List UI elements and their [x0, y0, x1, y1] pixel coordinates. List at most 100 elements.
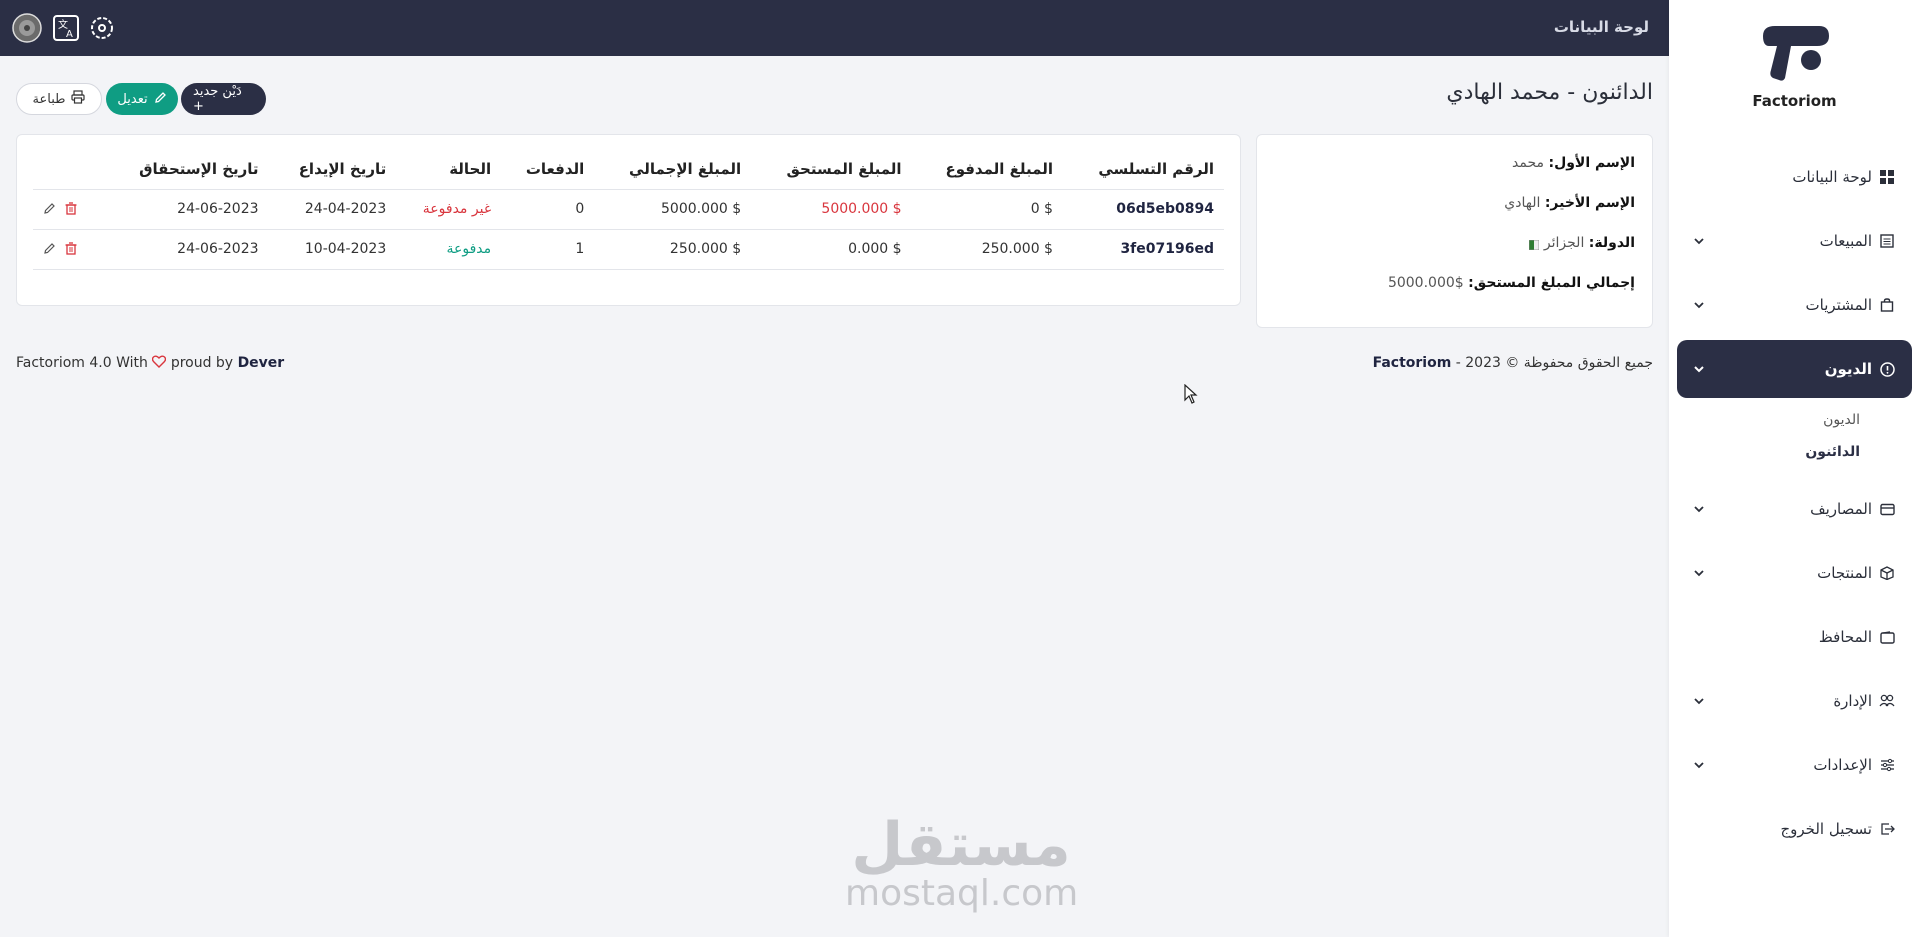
copyright-text: جميع الحقوق محفوظة © 2023 - — [1455, 355, 1653, 371]
col-status: الحالة — [396, 149, 502, 190]
edit-icon[interactable] — [43, 242, 57, 256]
country-label: الدولة: — [1588, 235, 1635, 251]
chevron-down-icon[interactable] — [1693, 235, 1705, 247]
sidebar: Factoriom لوحة البيانات المبيعات المشتري… — [1669, 0, 1920, 937]
cell-actions — [33, 229, 103, 270]
sidebar-nav: لوحة البيانات المبيعات المشتريات الديون … — [1677, 148, 1912, 864]
chevron-down-icon[interactable] — [1693, 695, 1705, 707]
sidebar-item-administration[interactable]: الإدارة — [1677, 672, 1912, 730]
brand-logo — [1759, 22, 1831, 84]
sidebar-item-label: تسجيل الخروج — [1780, 820, 1872, 838]
total-due-row: إجمالي المبلغ المستحق: $5000.000 — [1388, 275, 1635, 291]
edit-button[interactable]: تعديل — [106, 83, 178, 115]
grid-icon — [1878, 168, 1896, 186]
users-icon — [1878, 692, 1896, 710]
first-name-row: الإسم الأول: محمد — [1512, 155, 1635, 171]
cell-serial[interactable]: 3fe07196ed — [1062, 229, 1224, 270]
topbar-title[interactable]: لوحة البيانات — [1554, 18, 1649, 36]
flag-icon — [1529, 238, 1540, 251]
alert-circle-icon — [1878, 360, 1896, 378]
new-debt-button[interactable]: دَيْن جديد + — [181, 83, 266, 115]
chevron-down-icon[interactable] — [1693, 567, 1705, 579]
table-row[interactable]: 06d5eb0894 $ 0 $ 5000.000 $ 5000.000 0 غ… — [33, 189, 1224, 230]
box-icon — [1878, 564, 1896, 582]
col-total: المبلغ الإجمالي — [594, 149, 752, 190]
sidebar-item-label: المشتريات — [1805, 296, 1872, 314]
sidebar-item-label: الإعدادات — [1813, 756, 1872, 774]
creditor-info-card: الإسم الأول: محمد الإسم الأخير: الهادي ا… — [1256, 134, 1653, 328]
table-row[interactable]: 3fe07196ed $ 250.000 $ 0.000 $ 250.000 1… — [33, 229, 1224, 270]
cell-paid: $ 250.000 — [911, 229, 1063, 270]
total-due-value: $5000.000 — [1387, 275, 1464, 291]
col-payments: الدفعات — [501, 149, 595, 190]
sidebar-item-label: الديون — [1824, 360, 1872, 378]
last-name-label: الإسم الأخير: — [1544, 195, 1635, 211]
sidebar-item-expenses[interactable]: المصاريف — [1677, 480, 1912, 538]
country-row: الدولة: الجزائر — [1529, 235, 1635, 251]
printer-icon — [71, 90, 86, 108]
col-deposit-date: تاريخ الإيداع — [268, 149, 397, 190]
cell-deposit-date: 10-04-2023 — [268, 229, 397, 270]
chevron-down-icon[interactable] — [1693, 759, 1705, 771]
col-serial: الرقم التسلسي — [1062, 149, 1224, 190]
sliders-icon — [1878, 756, 1896, 774]
chevron-down-icon[interactable] — [1693, 503, 1705, 515]
last-name-row: الإسم الأخير: الهادي — [1504, 195, 1635, 211]
receipt-icon — [1878, 232, 1896, 250]
cell-payments: 1 — [501, 229, 595, 270]
sidebar-item-label: المنتجات — [1817, 564, 1872, 582]
edit-icon[interactable] — [43, 202, 57, 216]
total-due-label: إجمالي المبلغ المستحق: — [1468, 275, 1635, 291]
cell-deposit-date: 24-04-2023 — [268, 189, 397, 230]
credit-mid: proud by — [170, 355, 234, 371]
col-paid: المبلغ المدفوع — [911, 149, 1063, 190]
heart-icon — [152, 355, 167, 371]
print-button[interactable]: طباعة — [16, 83, 102, 115]
credit-brand[interactable]: Dever — [238, 355, 285, 371]
cell-status: مدفوعة — [396, 229, 502, 270]
chevron-down-icon[interactable] — [1693, 363, 1705, 375]
sidebar-item-label: المحافظ — [1818, 628, 1872, 646]
first-name-label: الإسم الأول: — [1548, 155, 1635, 171]
sub-item-debts[interactable]: الديون — [1677, 404, 1912, 436]
copyright-brand[interactable]: Factoriom — [1373, 355, 1452, 371]
logout-icon — [1878, 820, 1896, 838]
sidebar-item-debts[interactable]: الديون — [1677, 340, 1912, 398]
sidebar-item-wallets[interactable]: المحافظ — [1677, 608, 1912, 666]
country-value: الجزائر — [1543, 235, 1585, 251]
translate-icon[interactable]: 文A — [49, 11, 83, 45]
sidebar-item-logout[interactable]: تسجيل الخروج — [1677, 800, 1912, 858]
avatar[interactable] — [10, 11, 44, 45]
cell-payments: 0 — [501, 189, 595, 230]
sidebar-item-label: المبيعات — [1819, 232, 1872, 250]
sidebar-item-purchases[interactable]: المشتريات — [1677, 276, 1912, 334]
watermark: مستقل mostaql.com — [845, 815, 1079, 914]
top-bar: لوحة البيانات 文A — [0, 0, 1669, 56]
cell-total: $ 5000.000 — [594, 189, 752, 230]
settings-icon[interactable] — [85, 11, 119, 45]
sidebar-item-dashboard[interactable]: لوحة البيانات — [1677, 148, 1912, 206]
wallet-icon — [1878, 628, 1896, 646]
delete-icon[interactable] — [65, 202, 79, 216]
sidebar-item-products[interactable]: المنتجات — [1677, 544, 1912, 602]
col-due: المبلغ المستحق — [751, 149, 912, 190]
sub-item-creditors[interactable]: الدائنون — [1677, 436, 1912, 468]
watermark-latin: mostaql.com — [845, 873, 1079, 914]
table-header-row: الرقم التسلسي المبلغ المدفوع المبلغ المس… — [33, 149, 1224, 190]
last-name-value: الهادي — [1504, 195, 1541, 211]
cell-paid: $ 0 — [911, 189, 1063, 230]
cell-due-date: 24-06-2023 — [103, 229, 269, 270]
brand[interactable]: Factoriom — [1669, 22, 1920, 110]
chevron-down-icon[interactable] — [1693, 299, 1705, 311]
debts-table-card: الرقم التسلسي المبلغ المدفوع المبلغ المس… — [16, 134, 1241, 306]
sidebar-item-settings[interactable]: الإعدادات — [1677, 736, 1912, 794]
new-debt-label: دَيْن جديد + — [193, 84, 242, 114]
card-icon — [1878, 500, 1896, 518]
cell-due-date: 24-06-2023 — [103, 189, 269, 230]
debts-table: الرقم التسلسي المبلغ المدفوع المبلغ المس… — [33, 149, 1224, 270]
pencil-icon — [154, 91, 167, 108]
delete-icon[interactable] — [65, 242, 79, 256]
col-due-date: تاريخ الإستحقاق — [103, 149, 269, 190]
cell-serial[interactable]: 06d5eb0894 — [1062, 189, 1224, 230]
sidebar-item-sales[interactable]: المبيعات — [1677, 212, 1912, 270]
